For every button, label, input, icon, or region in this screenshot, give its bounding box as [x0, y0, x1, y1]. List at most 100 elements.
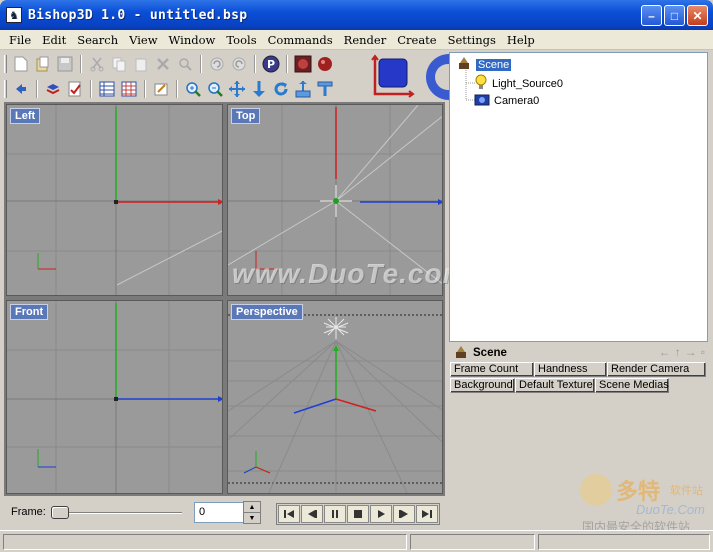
undo-icon[interactable]: [207, 54, 227, 74]
frame-stepper[interactable]: ▲ ▼: [243, 501, 261, 524]
viewport-top[interactable]: Top: [227, 104, 443, 296]
rotate-icon[interactable]: [271, 79, 291, 99]
cube-icon[interactable]: [369, 54, 415, 100]
properties-tabs-row1: Frame Count Handness Render Camera: [450, 362, 708, 377]
properties-icon[interactable]: [65, 79, 85, 99]
nav-home-icon[interactable]: ▫: [701, 345, 705, 359]
move-down-icon[interactable]: [249, 79, 269, 99]
frame-bar: Frame: 0 ▲ ▼: [4, 498, 445, 528]
align-icon[interactable]: [315, 79, 335, 99]
nav-up-icon[interactable]: ↑: [675, 345, 681, 359]
last-frame-icon[interactable]: [416, 505, 438, 523]
paste-icon[interactable]: [131, 54, 151, 74]
sphere-icon[interactable]: [426, 54, 450, 100]
scale-icon[interactable]: [293, 79, 313, 99]
tree-label-light: Light_Source0: [492, 77, 563, 90]
minimize-button[interactable]: –: [641, 5, 662, 26]
light-bulb-icon: [474, 74, 488, 93]
layers-icon[interactable]: [43, 79, 63, 99]
tree-node-light[interactable]: Light_Source0: [474, 74, 563, 93]
tab-scene-medias[interactable]: Scene Medias: [595, 378, 669, 393]
menu-search[interactable]: Search: [72, 33, 124, 47]
tree-label-camera: Camera0: [494, 94, 540, 107]
frame-slider-thumb[interactable]: [51, 506, 69, 519]
viewport-front[interactable]: Front: [6, 300, 223, 494]
nav-right-icon[interactable]: →: [685, 345, 697, 359]
open-folder-icon[interactable]: [33, 54, 53, 74]
cut-icon[interactable]: [87, 54, 107, 74]
frame-input[interactable]: 0: [194, 502, 246, 523]
tree-node-scene[interactable]: Scene: [456, 56, 512, 73]
tab-background[interactable]: Background: [450, 378, 515, 393]
viewport-perspective[interactable]: Perspective: [227, 300, 443, 494]
spin-up-button[interactable]: ▲: [244, 502, 260, 513]
main-toolbar: P: [4, 52, 335, 76]
viewport-area: Left Top Front Perspective: [4, 102, 445, 496]
properties-header: Scene ← ↑ → ▫: [453, 345, 709, 361]
toolbar-grip[interactable]: [4, 55, 7, 73]
tab-default-texture[interactable]: Default Texture: [515, 378, 595, 393]
play-icon[interactable]: [370, 505, 392, 523]
toolbar-separator: [286, 55, 288, 73]
stop-icon[interactable]: [347, 505, 369, 523]
app-icon[interactable]: ♞: [6, 7, 22, 23]
maximize-button[interactable]: □: [664, 5, 685, 26]
redo-icon[interactable]: [229, 54, 249, 74]
delete-icon[interactable]: [153, 54, 173, 74]
menu-view[interactable]: View: [124, 33, 163, 47]
edit-toolbar: [4, 77, 335, 101]
viewport-left[interactable]: Left: [6, 104, 223, 296]
edit-icon[interactable]: [151, 79, 171, 99]
pause-icon[interactable]: [324, 505, 346, 523]
tab-frame-count[interactable]: Frame Count: [450, 362, 534, 377]
menu-create[interactable]: Create: [392, 33, 442, 47]
tree-node-camera[interactable]: Camera0: [474, 92, 539, 109]
toolbar-separator: [144, 80, 146, 98]
new-file-icon[interactable]: [11, 54, 31, 74]
scene-tree[interactable]: Scene Light_Source0 Camera0: [449, 52, 708, 342]
viewport-label-top: Top: [231, 108, 261, 124]
frame-label: Frame:: [11, 506, 46, 518]
menu-tools[interactable]: Tools: [221, 33, 262, 47]
scene-icon: [456, 56, 472, 73]
save-icon[interactable]: [55, 54, 75, 74]
close-button[interactable]: ✕: [687, 5, 708, 26]
toolbar-separator: [200, 55, 202, 73]
toolbar-grip[interactable]: [4, 80, 7, 98]
next-frame-icon[interactable]: [393, 505, 415, 523]
zoom-out-icon[interactable]: [205, 79, 225, 99]
nav-left-icon[interactable]: ←: [659, 345, 671, 359]
menu-commands[interactable]: Commands: [263, 33, 339, 47]
menu-edit[interactable]: Edit: [37, 33, 72, 47]
move-icon[interactable]: [227, 79, 247, 99]
tab-handness[interactable]: Handness: [534, 362, 607, 377]
menu-help[interactable]: Help: [502, 33, 541, 47]
menu-window[interactable]: Window: [164, 33, 222, 47]
spin-down-button[interactable]: ▼: [244, 513, 260, 524]
find-icon[interactable]: [175, 54, 195, 74]
zoom-in-icon[interactable]: [183, 79, 203, 99]
render-icon[interactable]: [293, 54, 313, 74]
help-icon[interactable]: P: [261, 54, 281, 74]
viewport-label-perspective: Perspective: [231, 304, 303, 320]
menu-file[interactable]: File: [4, 33, 37, 47]
back-icon[interactable]: [11, 79, 31, 99]
render-preview-icon[interactable]: [315, 54, 335, 74]
frame-slider-track[interactable]: [52, 512, 182, 514]
svg-text:P: P: [267, 58, 275, 71]
prev-frame-icon[interactable]: [301, 505, 323, 523]
title-bar[interactable]: ♞ Bishop3D 1.0 - untitled.bsp – □ ✕: [0, 0, 713, 30]
menu-render[interactable]: Render: [339, 33, 393, 47]
copy-icon[interactable]: [109, 54, 129, 74]
grid-view-icon[interactable]: [97, 79, 117, 99]
menu-settings[interactable]: Settings: [443, 33, 502, 47]
toolbar-separator: [254, 55, 256, 73]
camera-icon: [474, 92, 490, 109]
properties-title: Scene: [473, 347, 507, 359]
tab-render-camera[interactable]: Render Camera: [607, 362, 706, 377]
first-frame-icon[interactable]: [278, 505, 300, 523]
properties-tabs-row2: Background Default Texture Scene Medias: [450, 378, 708, 393]
status-bar: [0, 530, 713, 552]
window-title: Bishop3D 1.0 - untitled.bsp: [28, 7, 248, 23]
table-view-icon[interactable]: [119, 79, 139, 99]
